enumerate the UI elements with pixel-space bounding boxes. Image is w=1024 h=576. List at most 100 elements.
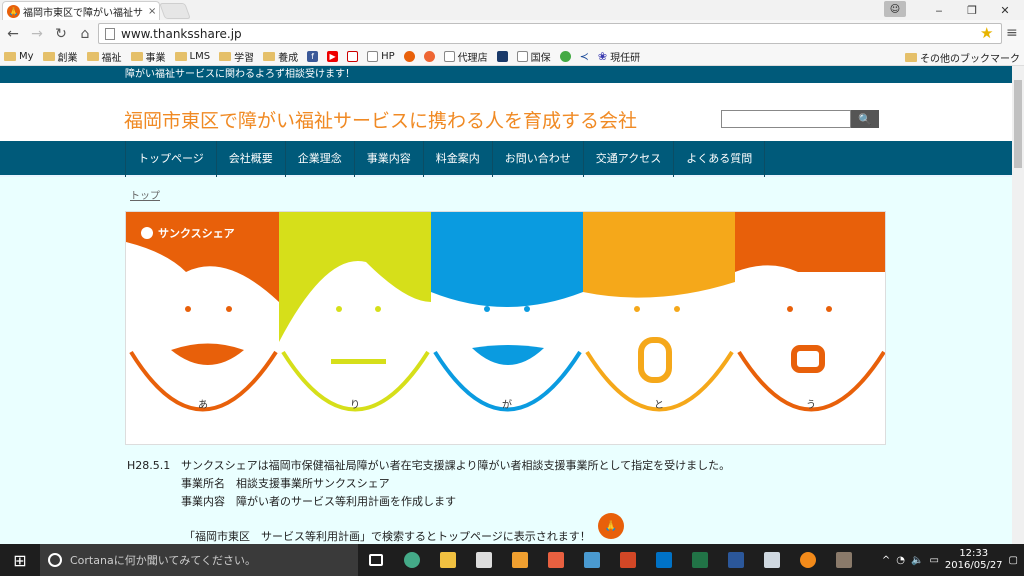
bookmarks-bar: My 創業 福祉 事業 LMS 学習 養成 f ▶ HP 代理店 国保 ≺ ❀ 現… [0,47,1024,66]
notifications-icon[interactable]: ▢ [1009,555,1018,566]
nav-faq[interactable]: よくある質問 [673,141,766,177]
bookmark-sougyou[interactable]: 創業 [42,49,78,64]
page-icon [443,50,455,62]
store-icon[interactable] [466,544,502,576]
reload-icon[interactable]: ↻ [50,23,72,45]
chevron-left-icon: ≺ [579,49,589,63]
bookmark-youtube[interactable]: ▶ [327,50,339,62]
maximize-button[interactable]: ❐ [955,0,989,20]
network-icon[interactable]: ◔ [896,555,905,566]
page-viewport: 障がい福祉サービスに関わるよろず相談受けます！ 福岡市東区で障がい福祉サービスに… [0,66,1012,544]
tab-close-icon[interactable]: × [148,6,156,17]
banner-letter-ga: が [502,398,512,411]
app-icon-4[interactable] [754,544,790,576]
browser-tab[interactable]: 🙏 福岡市東区で障がい福祉サ × [2,1,160,20]
windows-start-icon[interactable]: ⊞ [0,544,40,576]
app-icon-2[interactable] [538,544,574,576]
site-favicon-icon: 🙏 [7,4,20,18]
page-scrollbar[interactable] [1012,66,1024,544]
banner-letter-u: う [806,399,816,411]
bookmark-hp[interactable]: HP [367,50,395,62]
breadcrumb[interactable]: トップ [130,187,160,202]
bookmark-jigyou[interactable]: 事業 [130,49,166,64]
bookmark-dairiten[interactable]: 代理店 [443,49,488,64]
arigatou-illustration: あ り が と う サンクスシェア [126,212,885,444]
app-icon-5[interactable] [790,544,826,576]
nav-access[interactable]: 交通アクセス [582,141,673,177]
nav-top-page[interactable]: トップページ [125,141,216,177]
task-view-icon[interactable] [358,544,394,576]
search-button[interactable]: 🔍 [851,110,879,128]
top-announcement: 障がい福祉サービスに関わるよろず相談受けます！ [0,66,1012,83]
other-bookmarks[interactable]: その他のブックマーク [905,50,1020,65]
bookmark-my[interactable]: My [4,51,34,62]
scroll-thumb[interactable] [1014,80,1022,168]
bookmark-gakushu[interactable]: 学習 [219,49,254,64]
volume-icon[interactable]: 🔈 [911,555,923,566]
forward-arrow-icon[interactable]: → [26,23,48,45]
bookmark-yousei[interactable]: 養成 [263,49,298,64]
app-icon-1[interactable] [502,544,538,576]
new-tab-button[interactable] [159,3,191,19]
clock-time: 12:33 [959,548,989,559]
folder-icon [174,51,187,61]
bookmark-facebook[interactable]: f [307,50,319,62]
global-nav: トップページ 会社概要 企業理念 事業内容 料金案内 お問い合わせ 交通アクセス… [0,141,1012,177]
bookmark-fukushi[interactable]: 福祉 [86,49,122,64]
word-icon[interactable] [718,544,754,576]
bookmark-red[interactable] [347,50,359,62]
url-text: www.thanksshare.jp [121,26,242,41]
excel-icon[interactable] [682,544,718,576]
thanks-logo-icon [403,50,415,62]
menu-icon[interactable]: ≡ [1006,25,1018,41]
nav-business[interactable]: 事業内容 [353,141,423,177]
page-icon [516,50,528,62]
nav-company[interactable]: 会社概要 [215,141,285,177]
bookmark-green[interactable] [559,50,571,62]
nav-contact[interactable]: お問い合わせ [491,141,583,177]
nav-pricing[interactable]: 料金案内 [422,141,492,177]
bookmark-arrow[interactable]: ≺ [580,50,589,63]
hero-banner: あ り が と う サンクスシェア [125,211,886,445]
cortana-search[interactable]: Cortanaに何か聞いてみてください。 [40,544,358,576]
battery-icon[interactable]: ▭ [929,555,938,566]
site-header: 福岡市東区で障がい福祉サービスに携わる人を育成する会社 🔍 [0,83,1012,141]
site-icon [496,50,508,62]
bookmark-star-icon[interactable]: ★ [980,24,993,42]
news-block: H28.5.1 サンクスシェアは福岡市保健福祉局障がい者在宅支援課より障がい者相談… [127,457,730,511]
close-window-button[interactable]: ✕ [988,0,1022,20]
site-title[interactable]: 福岡市東区で障がい福祉サービスに携わる人を育成する会社 [124,106,637,133]
folder-icon [130,51,143,61]
bookmark-geninken[interactable]: ❀ 現任研 [598,49,640,64]
powerpoint-icon[interactable] [610,544,646,576]
address-bar[interactable]: www.thanksshare.jp [98,23,1002,44]
app-icon-6[interactable] [826,544,862,576]
bookmark-kokuho[interactable]: 国保 [516,49,551,64]
search-input[interactable] [721,110,851,128]
clock[interactable]: 12:33 2016/05/27 [945,548,1003,572]
app-icon-3[interactable] [574,544,610,576]
news-line1: サンクスシェアは福岡市保健福祉局障がい者在宅支援課より障がい者相談支援事業所とし… [181,459,731,472]
cortana-icon [48,553,62,567]
page-icon [105,27,115,40]
chrome-taskbar-icon[interactable] [394,544,430,576]
nav-philosophy[interactable]: 企業理念 [284,141,354,177]
bookmark-dark[interactable] [496,50,508,62]
chevron-up-icon[interactable]: ^ [882,555,890,566]
browser-titlebar: 🙏 福岡市東区で障がい福祉サ × ☺ ‒ ❐ ✕ [0,0,1024,20]
bookmark-thanks[interactable] [403,50,415,62]
folder-icon [263,51,276,61]
outlook-icon[interactable] [646,544,682,576]
page-icon [367,50,379,62]
cortana-text: Cortanaに何か聞いてみてください。 [70,554,257,567]
folder-icon [219,51,232,61]
shield-icon [347,50,359,62]
user-profile-icon[interactable]: ☺ [884,1,906,17]
bookmark-lms[interactable]: LMS [174,51,210,62]
folder-icon [42,51,55,61]
bookmark-swirl[interactable] [423,50,435,62]
minimize-button[interactable]: ‒ [922,0,956,20]
back-arrow-icon[interactable]: ← [2,23,24,45]
home-icon[interactable]: ⌂ [74,23,96,45]
explorer-icon[interactable] [430,544,466,576]
